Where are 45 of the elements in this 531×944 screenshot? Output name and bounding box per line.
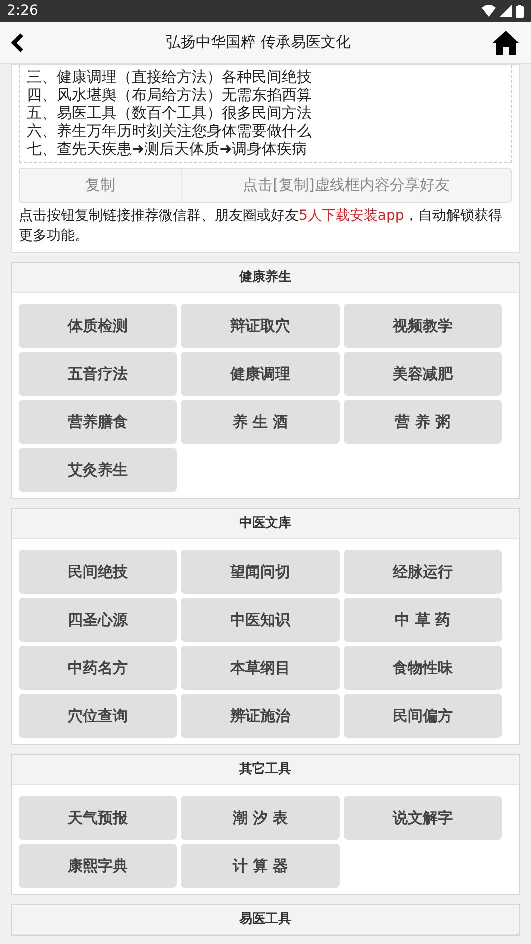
section-title: 其它工具 bbox=[12, 755, 519, 785]
signal-icon bbox=[500, 5, 512, 17]
menu-tile[interactable]: 五音疗法 bbox=[19, 352, 178, 396]
menu-tile[interactable]: 中医知识 bbox=[181, 598, 340, 642]
section-title: 易医工具 bbox=[12, 905, 519, 935]
back-icon[interactable] bbox=[11, 32, 25, 52]
menu-tile[interactable]: 中 草 药 bbox=[344, 598, 502, 642]
menu-tile[interactable]: 四圣心源 bbox=[19, 598, 178, 642]
wifi-icon bbox=[482, 5, 496, 17]
menu-tile[interactable]: 说文解字 bbox=[344, 796, 502, 840]
menu-tile[interactable]: 望闻问切 bbox=[181, 550, 340, 594]
menu-tile[interactable]: 健康调理 bbox=[181, 352, 340, 396]
home-icon[interactable] bbox=[492, 30, 520, 56]
feature-line: 三、健康调理（直接给方法）各种民间绝技 bbox=[27, 68, 313, 86]
menu-tile[interactable]: 民间偏方 bbox=[344, 694, 502, 738]
menu-tile[interactable]: 经脉运行 bbox=[344, 550, 502, 594]
feature-line: 四、风水堪舆（布局给方法）无需东掐西算 bbox=[27, 86, 313, 104]
menu-tile[interactable]: 美容减肥 bbox=[344, 352, 502, 396]
menu-tile[interactable]: 民间绝技 bbox=[19, 550, 178, 594]
menu-tile[interactable]: 康熙字典 bbox=[19, 844, 178, 888]
feature-line: 七、查先天疾患➜测后天体质➜调身体疾病 bbox=[27, 140, 308, 158]
feature-line: 六、养生万年历时刻关注您身体需要做什么 bbox=[27, 122, 313, 140]
menu-tile[interactable]: 艾灸养生 bbox=[19, 448, 178, 492]
feature-line: 五、易医工具（数百个工具）很多民间方法 bbox=[27, 104, 313, 122]
battery-icon bbox=[516, 4, 524, 18]
menu-tile[interactable]: 视频教学 bbox=[344, 304, 502, 348]
share-hint: 点击[复制]虚线框内容分享好友 bbox=[242, 175, 451, 196]
section-title: 健康养生 bbox=[12, 263, 519, 293]
page-title: 弘扬中华国粹 传承易医文化 bbox=[166, 32, 351, 54]
unlock-note: 点击按钮复制链接推荐微信群、朋友圈或好友5人下载安装app，自动解锁获得更多功能。 bbox=[19, 207, 504, 246]
menu-tile[interactable]: 计 算 器 bbox=[181, 844, 340, 888]
menu-tile[interactable]: 辨证施治 bbox=[181, 694, 340, 738]
menu-tile[interactable]: 穴位查询 bbox=[19, 694, 178, 738]
menu-tile[interactable]: 中药名方 bbox=[19, 646, 178, 690]
menu-tile[interactable]: 潮 汐 表 bbox=[181, 796, 340, 840]
menu-tile[interactable]: 营 养 粥 bbox=[344, 400, 502, 444]
menu-tile[interactable]: 养 生 酒 bbox=[181, 400, 340, 444]
menu-tile[interactable]: 营养膳食 bbox=[19, 400, 178, 444]
menu-tile[interactable]: 本草纲目 bbox=[181, 646, 340, 690]
section-title: 中医文库 bbox=[12, 509, 519, 539]
menu-tile[interactable]: 体质检测 bbox=[19, 304, 178, 348]
menu-tile[interactable]: 辩证取穴 bbox=[181, 304, 340, 348]
menu-tile[interactable]: 食物性味 bbox=[344, 646, 502, 690]
status-time: 2:26 bbox=[7, 2, 38, 20]
menu-tile[interactable]: 天气预报 bbox=[19, 796, 178, 840]
